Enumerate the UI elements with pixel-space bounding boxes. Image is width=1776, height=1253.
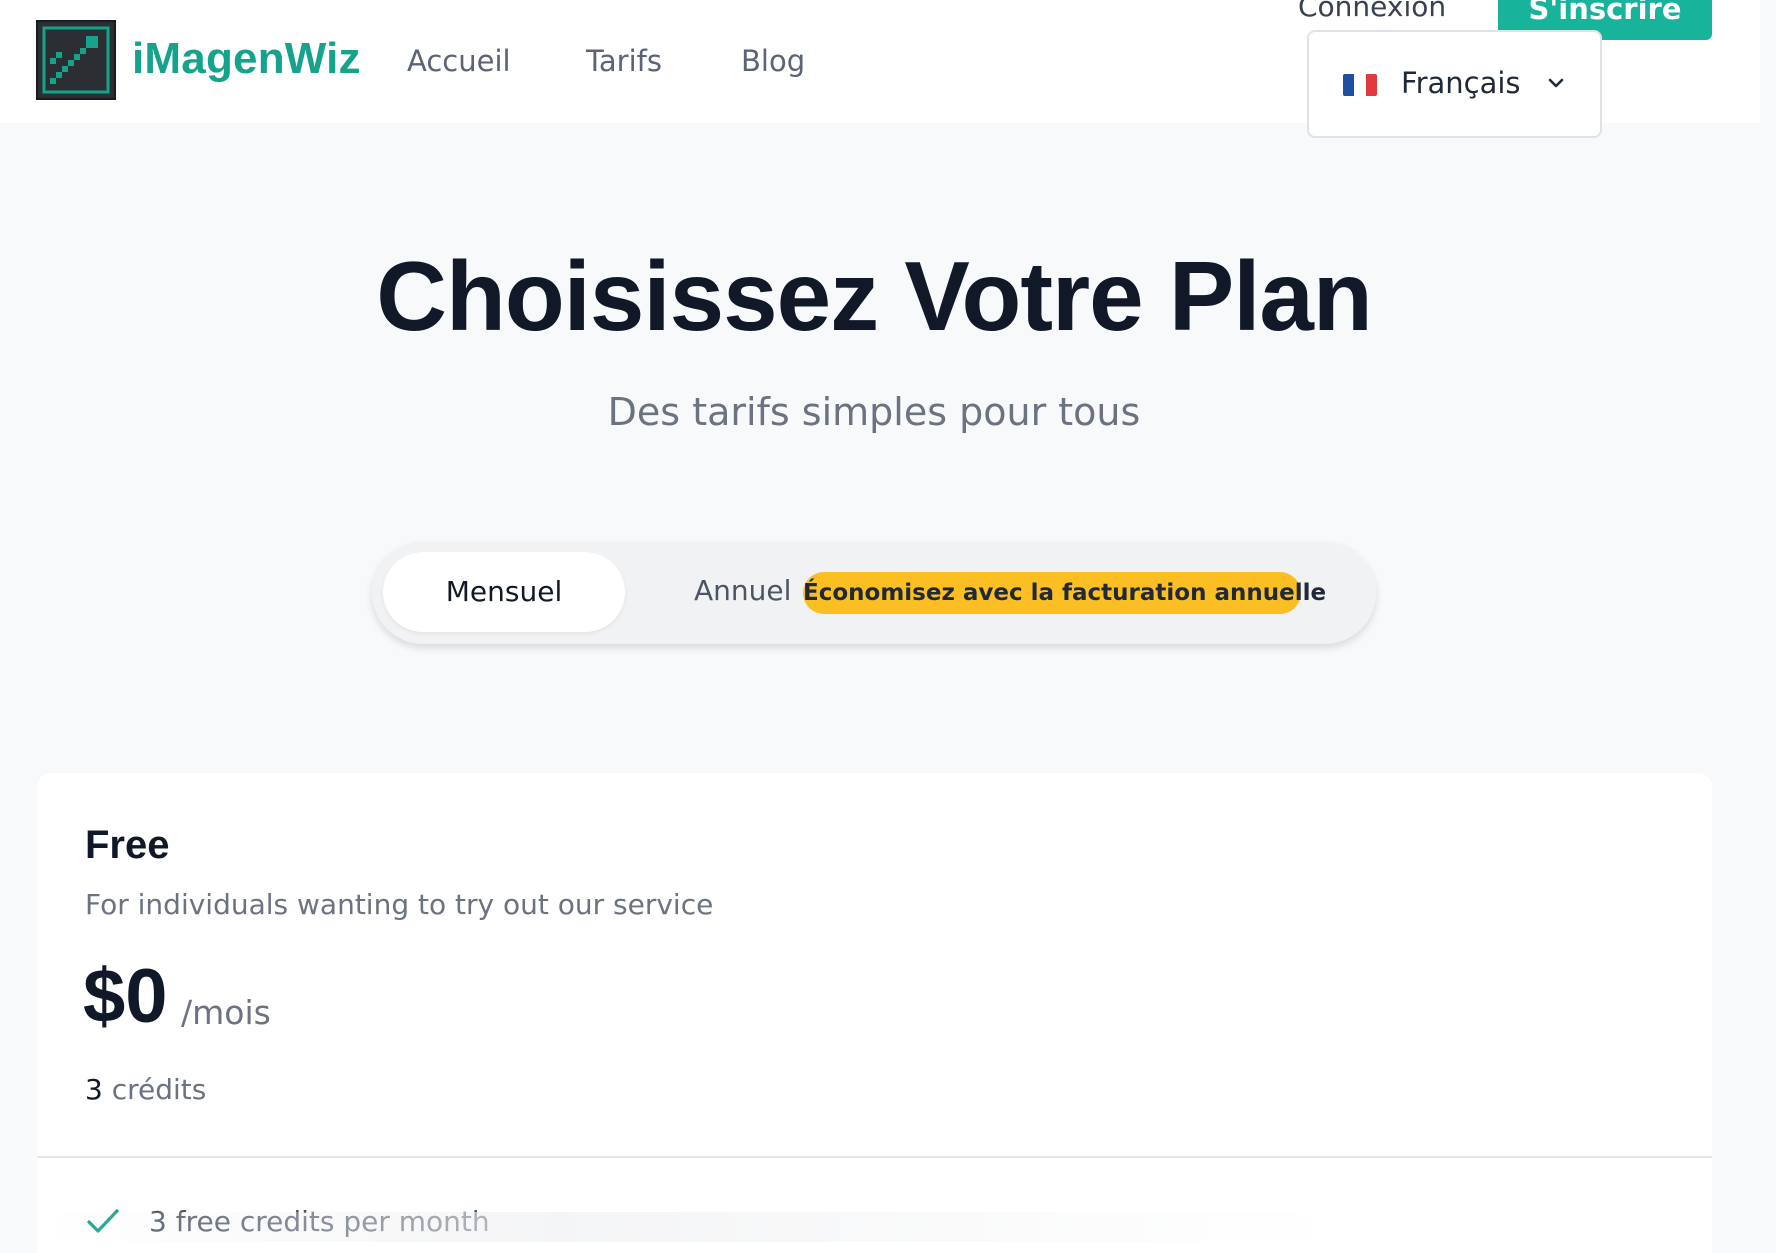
page-subtitle: Des tarifs simples pour tous bbox=[607, 390, 1141, 434]
plan-price: $0 bbox=[83, 954, 168, 1039]
billing-monthly-option[interactable]: Mensuel bbox=[383, 552, 625, 632]
savings-badge: Économisez avec la facturation annuelle bbox=[803, 572, 1326, 614]
brand-name[interactable]: iMagenWiz bbox=[132, 34, 361, 84]
language-label: Français bbox=[1401, 66, 1521, 100]
language-selector[interactable]: Français bbox=[1307, 30, 1602, 138]
plan-divider bbox=[37, 1156, 1712, 1158]
plan-feature-text: 3 free credits per month bbox=[149, 1205, 490, 1238]
page-title: Choisissez Votre Plan bbox=[376, 241, 1373, 351]
billing-annual-option[interactable]: Annuel bbox=[694, 574, 791, 607]
nav-link-tarifs[interactable]: Tarifs bbox=[586, 44, 662, 78]
chevron-down-icon bbox=[1548, 78, 1564, 88]
plan-feature-item: 3 free credits per month bbox=[85, 1205, 985, 1245]
plan-name: Free bbox=[85, 823, 170, 867]
plan-credits: 3 crédits bbox=[85, 1073, 206, 1106]
france-flag-icon bbox=[1343, 74, 1377, 96]
check-icon bbox=[87, 1209, 119, 1233]
credits-count: 3 bbox=[85, 1073, 103, 1106]
nav-link-accueil[interactable]: Accueil bbox=[407, 44, 511, 78]
plan-price-period: /mois bbox=[181, 993, 271, 1032]
billing-toggle: Mensuel Annuel Économisez avec la factur… bbox=[372, 542, 1376, 644]
chart-arrow-logo-icon[interactable] bbox=[36, 20, 116, 100]
nav-link-blog[interactable]: Blog bbox=[741, 44, 805, 78]
credits-label: crédits bbox=[111, 1073, 207, 1106]
plan-description: For individuals wanting to try out our s… bbox=[85, 888, 714, 921]
plan-card-free: Free For individuals wanting to try out … bbox=[37, 773, 1712, 1253]
login-link[interactable]: Connexion bbox=[1298, 0, 1446, 23]
